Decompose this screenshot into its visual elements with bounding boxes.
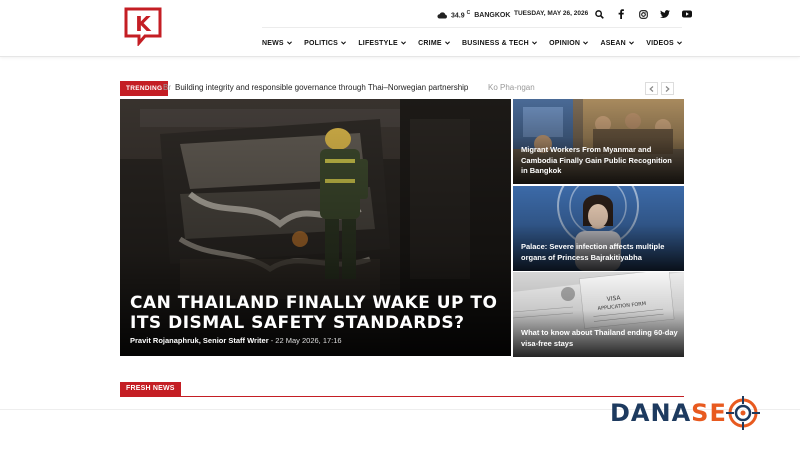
hero-article[interactable]: CAN THAILAND FINALLY WAKE UP TO ITS DISM… — [120, 99, 511, 356]
hero-meta: Pravit Rojanaphruk, Senior Staff Writer … — [130, 336, 342, 345]
social-links — [592, 8, 694, 20]
chevron-down-icon — [676, 41, 682, 45]
trending-ghost-text: Br — [163, 83, 171, 92]
trending-tail-text: Ko Pha-ngan — [488, 83, 535, 92]
nav-lifestyle[interactable]: LIFESTYLE — [358, 40, 406, 47]
trending-label: TRENDING — [120, 81, 169, 96]
fresh-news-label: FRESH NEWS — [120, 382, 181, 396]
chevron-left-icon — [649, 85, 654, 92]
fresh-news-divider — [120, 396, 684, 397]
search-icon[interactable] — [592, 8, 606, 20]
logo-letter: K — [135, 12, 152, 36]
trending-bar: TRENDING Br Building integrity and respo… — [120, 81, 684, 96]
nav-crime[interactable]: CRIME — [418, 40, 450, 47]
chevron-down-icon — [444, 41, 450, 45]
nav-videos[interactable]: VIDEOS — [646, 40, 682, 47]
instagram-icon[interactable] — [636, 8, 650, 20]
hero-date: - 22 May 2026, 17:16 — [268, 336, 342, 345]
chevron-down-icon — [341, 41, 346, 45]
header-divider — [262, 27, 682, 28]
side-article-1-title[interactable]: Migrant Workers From Myanmar and Cambodi… — [521, 145, 679, 177]
temperature: 34.9 C — [451, 10, 471, 20]
danaseo-watermark: DANA SE — [610, 396, 760, 430]
nav-politics[interactable]: POLITICS — [304, 40, 346, 47]
chevron-down-icon — [400, 41, 406, 45]
trending-headline[interactable]: Building integrity and responsible gover… — [175, 83, 468, 92]
weather-widget: 34.9 C BANGKOK — [437, 9, 510, 21]
chevron-down-icon — [531, 41, 537, 45]
side-article-2[interactable]: Palace: Severe infection affects multipl… — [513, 186, 684, 271]
watermark-dana: DANA — [610, 399, 692, 427]
chevron-down-icon — [628, 41, 634, 45]
site-header: K 34.9 C BANGKOK TUESDAY, MAY 26, 2026 N… — [0, 0, 800, 57]
trending-next-button[interactable] — [661, 82, 674, 95]
side-article-1[interactable]: Migrant Workers From Myanmar and Cambodi… — [513, 99, 684, 184]
watermark-se: SE — [691, 399, 727, 427]
side-article-3-title[interactable]: What to know about Thailand ending 60-da… — [521, 328, 679, 349]
hero-author[interactable]: Pravit Rojanaphruk, Senior Staff Writer — [130, 336, 269, 345]
nav-business-tech[interactable]: BUSINESS & TECH — [462, 40, 537, 47]
chevron-right-icon — [665, 85, 670, 92]
facebook-icon[interactable] — [614, 8, 628, 20]
chevron-down-icon — [583, 41, 589, 45]
twitter-icon[interactable] — [658, 8, 672, 20]
hero-title[interactable]: CAN THAILAND FINALLY WAKE UP TO ITS DISM… — [130, 293, 500, 333]
nav-asean[interactable]: ASEAN — [600, 40, 634, 47]
nav-news[interactable]: NEWS — [262, 40, 292, 47]
chevron-down-icon — [286, 41, 292, 45]
trending-prev-button[interactable] — [645, 82, 658, 95]
target-icon — [725, 396, 760, 430]
youtube-icon[interactable] — [680, 8, 694, 20]
nav-opinion[interactable]: OPINION — [549, 40, 589, 47]
kaosod-logo[interactable]: K — [123, 6, 163, 46]
weather-city: BANGKOK — [474, 11, 511, 19]
side-article-3[interactable]: VISA APPLICATION FORM What to know about… — [513, 272, 684, 357]
current-date: TUESDAY, MAY 26, 2026 — [514, 10, 589, 17]
main-nav: NEWS POLITICS LIFESTYLE CRIME BUSINESS &… — [262, 34, 682, 52]
cloud-icon — [437, 12, 447, 19]
side-article-2-title[interactable]: Palace: Severe infection affects multipl… — [521, 242, 679, 263]
